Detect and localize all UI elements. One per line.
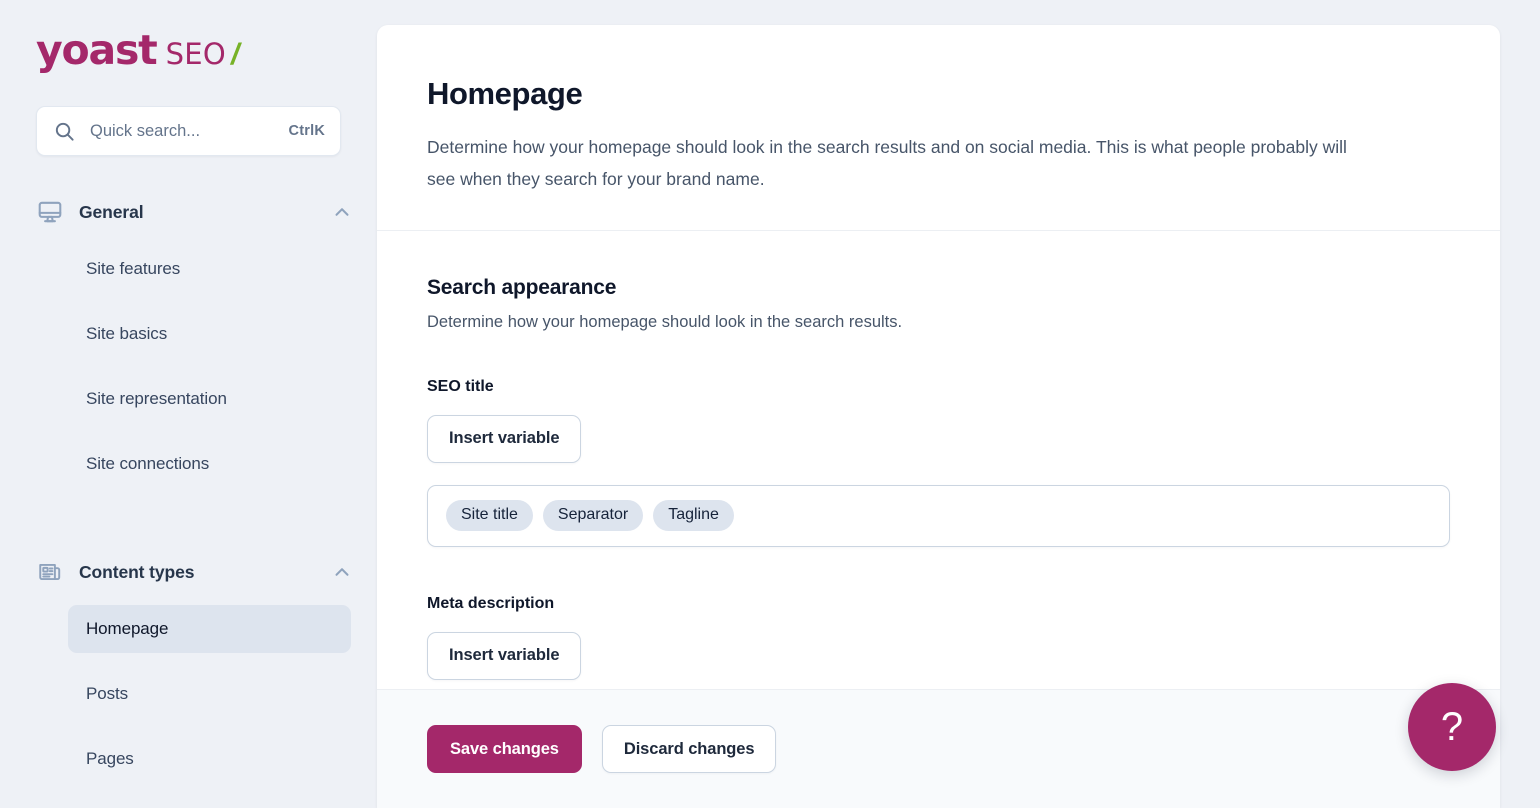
sidebar-group-label: Content types: [79, 561, 195, 582]
newspaper-icon: [36, 559, 64, 585]
monitor-icon: [36, 199, 64, 225]
sidebar-item-label: Posts: [86, 684, 129, 703]
meta-description-field: Meta description Insert variable: [427, 595, 1450, 680]
page-header: Homepage Determine how your homepage sho…: [377, 25, 1500, 230]
sidebar-nav: General Site features Site basics Site r…: [0, 191, 377, 783]
seo-title-input[interactable]: Site title Separator Tagline: [427, 484, 1450, 547]
quick-search[interactable]: CtrlK: [36, 106, 341, 156]
main-content: Homepage Determine how your homepage sho…: [377, 0, 1540, 808]
variable-tag-separator[interactable]: Separator: [542, 500, 644, 532]
save-changes-button[interactable]: Save changes: [427, 725, 582, 773]
settings-card: Homepage Determine how your homepage sho…: [377, 25, 1500, 808]
seo-title-field: SEO title Insert variable Site title Sep…: [427, 378, 1450, 547]
chevron-up-icon[interactable]: [331, 561, 353, 583]
logo-slash-icon: /: [231, 38, 240, 71]
insert-variable-button-meta-description[interactable]: Insert variable: [427, 631, 582, 680]
seo-title-label: SEO title: [427, 377, 494, 395]
sidebar-group-header-content-types[interactable]: Content types: [0, 551, 377, 593]
chevron-up-icon[interactable]: [331, 201, 353, 223]
sidebar-sub-content-types: Homepage Posts Pages: [0, 605, 377, 783]
app-root: yoast SEO / CtrlK: [0, 0, 1540, 808]
settings-scroll-area[interactable]: Homepage Determine how your homepage sho…: [377, 25, 1500, 689]
variable-tag-tagline[interactable]: Tagline: [653, 500, 734, 532]
sidebar-item-label: Site features: [86, 259, 181, 278]
sidebar-item-homepage[interactable]: Homepage: [68, 605, 351, 653]
sidebar-group-content-types: Content types Homepage Posts Pages: [0, 551, 377, 783]
sidebar: yoast SEO / CtrlK: [0, 0, 377, 808]
sidebar-item-site-representation[interactable]: Site representation: [68, 375, 351, 423]
section-title: Search appearance: [427, 275, 617, 299]
search-appearance-section: Search appearance Determine how your hom…: [377, 231, 1500, 680]
sidebar-item-label: Pages: [86, 749, 134, 768]
insert-variable-button-seo-title[interactable]: Insert variable: [427, 414, 582, 463]
logo-product: SEO: [165, 37, 227, 71]
page-description: Determine how your homepage should look …: [427, 137, 1347, 189]
variable-tag-site-title[interactable]: Site title: [446, 500, 533, 532]
sidebar-item-label: Homepage: [86, 619, 169, 638]
sidebar-item-site-features[interactable]: Site features: [68, 245, 351, 293]
sidebar-group-label: General: [79, 201, 144, 222]
sidebar-group-header-general[interactable]: General: [0, 191, 377, 233]
sidebar-item-posts[interactable]: Posts: [68, 670, 351, 718]
sidebar-item-site-basics[interactable]: Site basics: [68, 310, 351, 358]
sidebar-group-spacer: [0, 505, 377, 551]
search-shortcut-hint: CtrlK: [288, 123, 325, 139]
page-title: Homepage: [427, 76, 583, 111]
help-button[interactable]: ?: [1408, 683, 1496, 771]
sidebar-item-label: Site representation: [86, 389, 227, 408]
sidebar-sub-general: Site features Site basics Site represent…: [0, 245, 377, 488]
question-mark-icon: ?: [1440, 705, 1464, 749]
meta-description-label: Meta description: [427, 594, 555, 612]
sidebar-item-label: Site connections: [86, 454, 210, 473]
yoast-logo[interactable]: yoast SEO /: [0, 0, 377, 92]
search-icon: [53, 120, 76, 143]
sidebar-item-site-connections[interactable]: Site connections: [68, 440, 351, 488]
section-description: Determine how your homepage should look …: [427, 312, 903, 331]
sidebar-item-pages[interactable]: Pages: [68, 735, 351, 783]
action-bar: Save changes Discard changes: [377, 689, 1500, 808]
logo-wordmark: yoast: [36, 26, 158, 74]
search-input[interactable]: [90, 121, 281, 141]
sidebar-group-general: General Site features Site basics Site r…: [0, 191, 377, 488]
sidebar-item-label: Site basics: [86, 324, 168, 343]
discard-changes-button[interactable]: Discard changes: [601, 725, 777, 773]
